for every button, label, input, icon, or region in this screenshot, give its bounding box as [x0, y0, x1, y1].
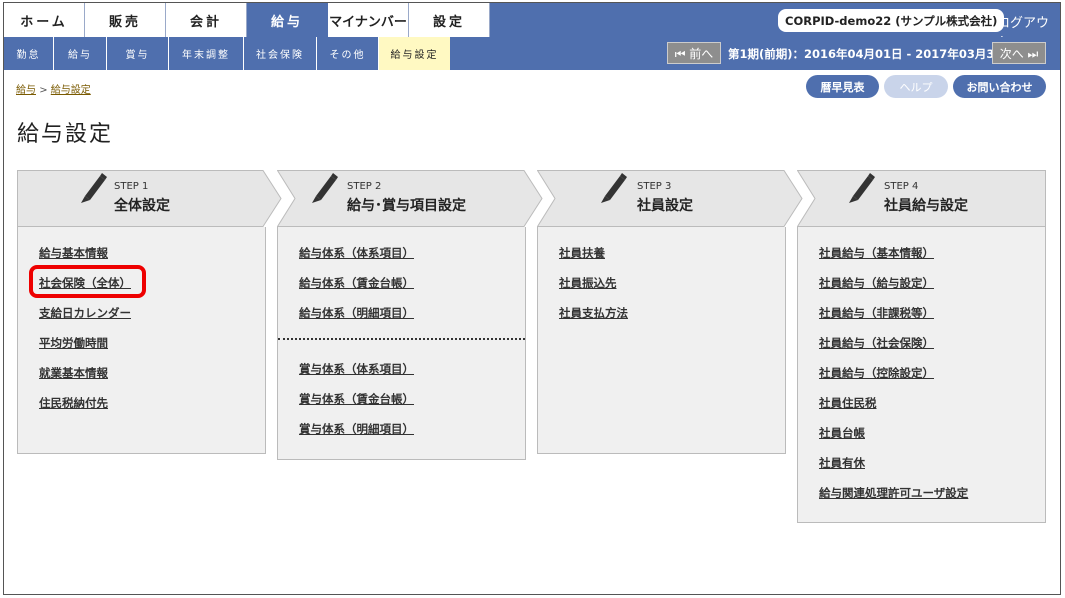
calendar-chart-button[interactable]: 暦早見表 — [806, 75, 879, 98]
link-salary-system-slip[interactable]: 給与体系（明細項目） — [299, 305, 414, 321]
breadcrumb-payroll-settings[interactable]: 給与設定 — [51, 85, 91, 96]
link-employee-paid-leave[interactable]: 社員有休 — [819, 455, 865, 471]
link-employee-salary-nontaxable[interactable]: 社員給与（非課税等） — [819, 305, 934, 321]
subtab-year-end[interactable]: 年末調整 — [169, 37, 244, 70]
step4-header: STEP 4 社員給与設定 — [797, 170, 1046, 227]
link-bonus-system-items[interactable]: 賞与体系（体系項目） — [299, 361, 414, 377]
step2-label: STEP 2 — [347, 181, 382, 192]
link-bonus-system-slip[interactable]: 賞与体系（明細項目） — [299, 421, 414, 437]
breadcrumb: 給与 > 給与設定 — [16, 81, 91, 96]
step3-panel: 社員扶養 社員振込先 社員支払方法 — [537, 227, 786, 454]
subtab-bonus[interactable]: 賞与 — [107, 37, 169, 70]
pencil-icon — [601, 173, 627, 203]
top-nav: ホーム 販売 会計 給与 マイナンバー 設定 CORPID-demo22 (サン… — [4, 3, 1060, 50]
step1-label: STEP 1 — [114, 181, 149, 192]
step2-panel: 給与体系（体系項目） 給与体系（賃金台帳） 給与体系（明細項目） 賞与体系（体系… — [277, 227, 526, 460]
link-employee-resident-tax[interactable]: 社員住民税 — [819, 395, 877, 411]
app-window: ホーム 販売 会計 給与 マイナンバー 設定 CORPID-demo22 (サン… — [3, 2, 1061, 595]
subtab-other[interactable]: その他 — [317, 37, 379, 70]
company-badge: CORPID-demo22 (サンプル株式会社) — [778, 9, 1005, 32]
step2-header: STEP 2 給与･賞与項目設定 — [277, 170, 543, 227]
link-employee-bank-account[interactable]: 社員振込先 — [559, 275, 617, 291]
period-prev-button[interactable]: ⏮ 前へ — [667, 42, 721, 64]
link-payroll-permission-users[interactable]: 給与関連処理許可ユーザ設定 — [819, 485, 968, 501]
subtab-social-insurance[interactable]: 社会保険 — [244, 37, 317, 70]
period-label: 第1期(前期)：2016年04月01日 - 2017年03月31日 — [728, 47, 1014, 61]
link-salary-system-items[interactable]: 給与体系（体系項目） — [299, 245, 414, 261]
tab-sales[interactable]: 販売 — [85, 3, 166, 37]
link-employee-ledger[interactable]: 社員台帳 — [819, 425, 865, 441]
link-resident-tax-payee[interactable]: 住民税納付先 — [39, 395, 108, 411]
step4-title: 社員給与設定 — [884, 198, 968, 214]
link-employee-salary-deductions[interactable]: 社員給与（控除設定） — [819, 365, 934, 381]
link-average-work-hours[interactable]: 平均労働時間 — [39, 335, 108, 351]
link-payment-calendar[interactable]: 支給日カレンダー — [39, 305, 131, 321]
pencil-icon — [312, 173, 338, 203]
link-employee-payment-method[interactable]: 社員支払方法 — [559, 305, 628, 321]
contact-button[interactable]: お問い合わせ — [953, 75, 1046, 98]
step3-title: 社員設定 — [637, 198, 693, 214]
period-next-button[interactable]: 次へ ⏭ — [992, 42, 1046, 64]
link-employee-dependents[interactable]: 社員扶養 — [559, 245, 605, 261]
step4-label: STEP 4 — [884, 181, 919, 192]
link-payroll-basic-info[interactable]: 給与基本情報 — [39, 245, 108, 261]
section-divider — [278, 338, 525, 340]
help-button[interactable]: ヘルプ — [884, 75, 948, 98]
subtab-attendance[interactable]: 勤怠 — [4, 37, 54, 70]
main-tabs: ホーム 販売 会計 給与 マイナンバー 設定 — [4, 3, 490, 37]
tab-mynumber[interactable]: マイナンバー — [328, 3, 409, 37]
sub-nav: 勤怠 給与 賞与 年末調整 社会保険 その他 給与設定 ⏮ 前へ 第1期(前期)… — [4, 37, 1060, 70]
link-employee-salary-basic[interactable]: 社員給与（基本情報） — [819, 245, 934, 261]
tab-accounting[interactable]: 会計 — [166, 3, 247, 37]
step1-panel: 給与基本情報 社会保険（全体） 支給日カレンダー 平均労働時間 就業基本情報 住… — [17, 227, 266, 454]
breadcrumb-separator: > — [39, 85, 48, 96]
link-employee-salary-settings[interactable]: 社員給与（給与設定） — [819, 275, 934, 291]
pencil-icon — [81, 173, 107, 203]
subtab-salary[interactable]: 給与 — [54, 37, 107, 70]
sub-tabs: 勤怠 給与 賞与 年末調整 社会保険 その他 給与設定 — [4, 37, 450, 70]
tab-home[interactable]: ホーム — [4, 3, 85, 37]
highlight-box — [29, 265, 146, 298]
tab-payroll[interactable]: 給与 — [247, 3, 328, 37]
link-work-basic-info[interactable]: 就業基本情報 — [39, 365, 108, 381]
subtab-payroll-settings[interactable]: 給与設定 — [379, 37, 450, 70]
step2-title: 給与･賞与項目設定 — [347, 198, 466, 214]
link-employee-salary-social-insurance[interactable]: 社員給与（社会保険） — [819, 335, 934, 351]
step3-label: STEP 3 — [637, 181, 672, 192]
step3-header: STEP 3 社員設定 — [537, 170, 803, 227]
step1-header: STEP 1 全体設定 — [17, 170, 282, 227]
step4-panel: 社員給与（基本情報） 社員給与（給与設定） 社員給与（非課税等） 社員給与（社会… — [797, 227, 1046, 523]
tab-settings[interactable]: 設定 — [409, 3, 490, 37]
step1-title: 全体設定 — [114, 198, 170, 214]
breadcrumb-payroll[interactable]: 給与 — [16, 85, 36, 96]
link-bonus-system-ledger[interactable]: 賞与体系（賃金台帳） — [299, 391, 414, 407]
page-title: 給与設定 — [17, 122, 114, 147]
pencil-icon — [849, 173, 875, 203]
link-salary-system-ledger[interactable]: 給与体系（賃金台帳） — [299, 275, 414, 291]
